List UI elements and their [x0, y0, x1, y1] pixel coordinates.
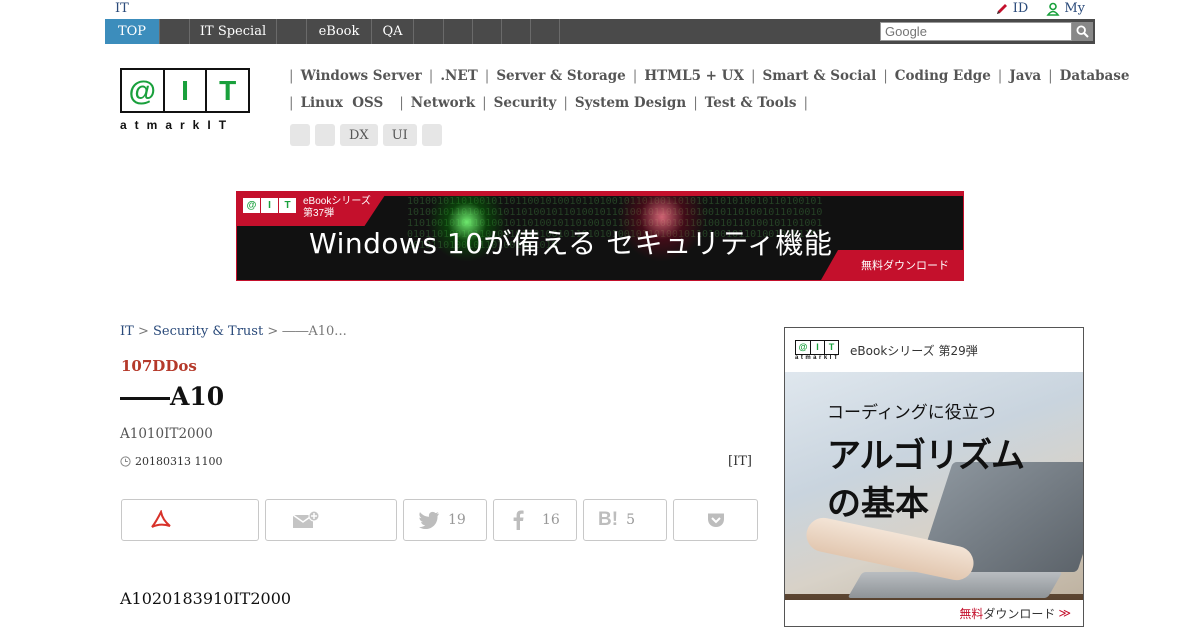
cat-smart-social[interactable]: Smart & Social: [763, 68, 877, 84]
share-bar: 19 16 B! 5: [121, 499, 758, 541]
pocket-button[interactable]: [673, 499, 758, 541]
article-title: ――A10: [120, 382, 225, 411]
side-ebook-ad[interactable]: @ I T atmarkIT eBookシリーズ 第29弾 コーディングに役立つ…: [784, 327, 1084, 627]
breadcrumb-home[interactable]: IT: [120, 324, 134, 339]
account-links: ID My: [995, 1, 1085, 16]
cat-database[interactable]: Database: [1060, 68, 1130, 84]
id-link[interactable]: ID: [995, 1, 1029, 16]
breadcrumb-current: ――A10...: [282, 324, 347, 339]
facebook-count: 16: [542, 512, 560, 528]
banner-download-button[interactable]: 無料ダウンロード: [821, 250, 963, 280]
cat-dotnet[interactable]: .NET: [440, 68, 477, 84]
cat-server-storage[interactable]: Server & Storage: [496, 68, 625, 84]
banner-logo: @ I T: [243, 198, 297, 213]
nav-it-special[interactable]: IT Special: [190, 19, 277, 44]
cat-system-design[interactable]: System Design: [575, 95, 686, 111]
site-link[interactable]: IT: [115, 1, 129, 16]
side-ad-line3: の基本: [827, 484, 929, 524]
breadcrumb-section[interactable]: Security & Trust: [153, 324, 263, 339]
side-ad-series: eBookシリーズ 第29弾: [850, 343, 978, 358]
category-menu-row-1: | Windows Server | .NET | Server & Storage …: [289, 68, 1130, 84]
cat-java[interactable]: Java: [1009, 68, 1041, 84]
side-ad-download-button[interactable]: 無料 ダウンロード ≫: [785, 600, 1083, 626]
nav-item-blank-5[interactable]: [473, 19, 502, 44]
chip-dx[interactable]: DX: [340, 124, 378, 146]
cat-network[interactable]: Network: [411, 95, 475, 111]
nav-item-blank-4[interactable]: [444, 19, 473, 44]
user-icon: [1046, 2, 1060, 16]
twitter-icon: [419, 511, 439, 529]
search-box: [880, 22, 1093, 41]
breadcrumb: IT > Security & Trust > ――A10...: [120, 324, 347, 339]
chip-1[interactable]: [290, 124, 310, 146]
mail-add-icon: [292, 511, 320, 528]
side-ad-line2: アルゴリズム: [827, 436, 1025, 476]
nav-item-blank-1[interactable]: [160, 19, 190, 44]
save-mail-button[interactable]: [265, 499, 397, 541]
article-subtitle: A1010IT2000: [120, 426, 213, 442]
nav-item-blank-6[interactable]: [502, 19, 531, 44]
nav-item-blank-3[interactable]: [414, 19, 444, 44]
nav-item-blank-7[interactable]: [531, 19, 560, 44]
cat-linux-oss[interactable]: Linux OSS: [301, 95, 384, 111]
logo-wordmark: atmarkIT: [120, 118, 235, 132]
side-ad-line1: コーディングに役立つ: [827, 403, 996, 423]
hatena-bookmark-button[interactable]: B! 5: [583, 499, 667, 541]
category-chips: DX UI: [290, 124, 442, 146]
nav-qa[interactable]: QA: [372, 19, 414, 44]
global-nav: TOP IT Special eBook QA: [105, 19, 1095, 44]
hatena-count: 5: [626, 512, 635, 528]
twitter-count: 19: [448, 512, 466, 528]
logo-cell-i: I: [162, 70, 206, 111]
logo-cell-t: T: [205, 70, 248, 111]
pencil-icon: [996, 3, 1007, 14]
id-link-label: ID: [1012, 1, 1029, 16]
hatena-icon: B!: [598, 509, 619, 530]
chip-ui[interactable]: UI: [382, 124, 417, 146]
pocket-icon: [707, 513, 724, 527]
nav-ebook[interactable]: eBook: [307, 19, 372, 44]
nav-item-blank-2[interactable]: [277, 19, 307, 44]
search-icon: [1076, 25, 1089, 38]
cat-html5-ux[interactable]: HTML5 + UX: [644, 68, 744, 84]
logo-mark: @ I T: [120, 68, 250, 113]
article-meta: 20180313 1100 [IT]: [120, 454, 752, 469]
banner-series-text: eBookシリーズ 第37弾: [303, 196, 371, 219]
pdf-button[interactable]: [121, 499, 259, 541]
article-lead: A1020183910IT2000: [120, 589, 292, 608]
cat-windows-server[interactable]: Windows Server: [301, 68, 422, 84]
chip-5[interactable]: [421, 124, 442, 146]
side-ad-header: @ I T atmarkIT eBookシリーズ 第29弾: [785, 328, 1083, 372]
cat-security[interactable]: Security: [494, 95, 557, 111]
double-chevron-icon: ≫: [1058, 606, 1071, 620]
facebook-icon: [513, 510, 524, 530]
search-button[interactable]: [1072, 22, 1093, 41]
nav-top[interactable]: TOP: [105, 19, 160, 44]
pdf-icon: [151, 510, 171, 528]
article-date: 20180313 1100: [135, 455, 223, 468]
search-input[interactable]: [880, 22, 1072, 41]
chip-2[interactable]: [315, 124, 335, 146]
cat-coding-edge[interactable]: Coding Edge: [895, 68, 991, 84]
twitter-share-button[interactable]: 19: [403, 499, 487, 541]
my-link-label: My: [1064, 1, 1085, 16]
side-ad-logo: @ I T atmarkIT: [795, 339, 840, 361]
facebook-share-button[interactable]: 16: [493, 499, 577, 541]
top-strip: IT ID My: [0, 0, 1200, 19]
clock-icon: [120, 456, 131, 467]
my-link[interactable]: My: [1046, 1, 1085, 16]
top-banner-ad[interactable]: 1010010110100101101100101001011010010110…: [236, 191, 964, 281]
logo-cell-at: @: [128, 74, 156, 106]
category-menu-row-2: | Linux OSS | Network | Security | System De…: [289, 95, 809, 111]
site-logo[interactable]: @ I T atmarkIT: [120, 68, 250, 132]
article-author: [IT]: [728, 454, 752, 469]
article-kicker: 107DDos: [121, 357, 197, 375]
banner-headline: Windows 10が備える セキュリティ機能: [309, 227, 833, 260]
cat-test-tools[interactable]: Test & Tools: [705, 95, 797, 111]
